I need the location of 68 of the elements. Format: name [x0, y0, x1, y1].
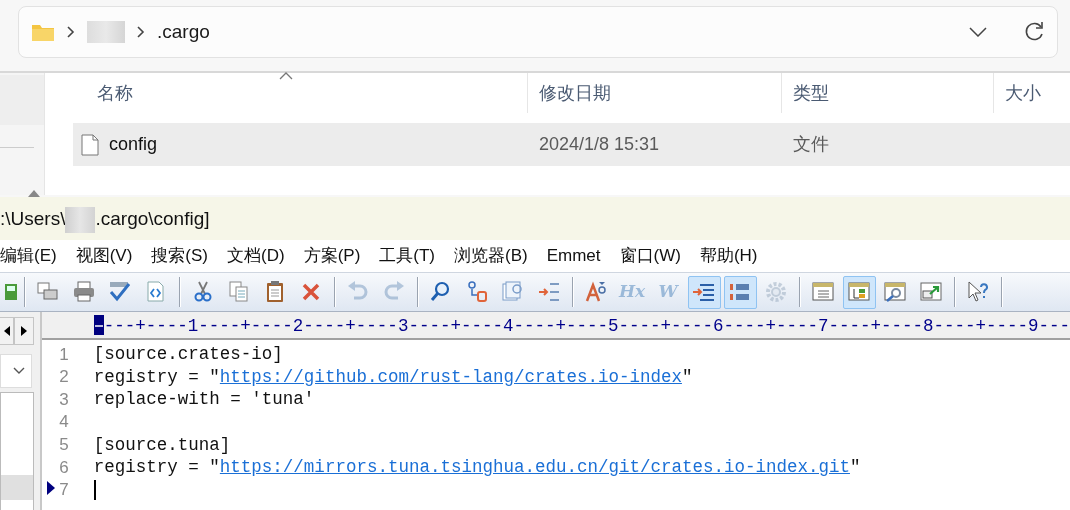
code-line: [source.tuna] [93, 433, 231, 457]
title-text: .cargo\config] [95, 207, 210, 232]
column-header[interactable]: 大小 [994, 73, 1070, 113]
replace-icon [465, 280, 489, 304]
column-header[interactable]: 修改日期 [528, 73, 782, 113]
line-number: 6 [59, 456, 69, 479]
spell-check-icon [108, 280, 132, 304]
breadcrumb-item[interactable]: .cargo [157, 17, 210, 47]
toolbar-button[interactable] [723, 275, 757, 309]
chevron-down-icon [12, 367, 25, 375]
menu-item[interactable]: 方案(P) [303, 243, 361, 269]
window-panels-icon [847, 280, 871, 304]
font-size-icon [584, 280, 608, 304]
menu-item[interactable]: Emmet [546, 243, 601, 269]
copy-icon [227, 280, 251, 304]
menu-item[interactable]: 窗口(W) [619, 243, 681, 269]
line-number: 3 [59, 388, 69, 411]
menu-item[interactable]: 搜索(S) [151, 243, 208, 269]
right-triangle-icon [21, 326, 27, 336]
gear-icon [764, 280, 788, 304]
menu-item[interactable]: 帮助(H) [699, 243, 758, 269]
code-line: registry = "https://github.com/rust-lang/crates.io-index" [93, 365, 693, 389]
title-text: :\Users\ [0, 207, 66, 232]
line-number: 5 [59, 433, 69, 456]
numbered-list-icon [537, 280, 561, 304]
file-row[interactable]: config 2024/1/8 15:31 文件 [73, 123, 1070, 166]
file-date: 2024/1/8 15:31 [538, 133, 661, 156]
redacted-block [87, 21, 125, 43]
menu-item[interactable]: 编辑(E) [0, 243, 57, 269]
scroll-right-button[interactable] [14, 317, 34, 345]
menu-item[interactable]: 浏览器(B) [454, 243, 528, 269]
column-header[interactable]: 类型 [782, 73, 994, 113]
ruler: ---+----1----+----2----+----3----+----4----+----5----+----6----+----7----+----8----+----9--- [103, 315, 1070, 338]
left-triangle-icon [3, 326, 10, 336]
url-link[interactable]: https://mirrors.tuna.tsinghua.edu.cn/git/crates.io-index.git [219, 457, 850, 478]
menu-item[interactable]: 视图(V) [75, 243, 133, 269]
line-number: 7 [59, 479, 69, 502]
toolbar-button[interactable] [842, 275, 876, 309]
menu-item[interactable]: 文档(D) [227, 243, 285, 269]
file-name: config [109, 133, 158, 156]
toolbar-button[interactable] [687, 275, 721, 309]
chevron-right-icon [67, 26, 75, 38]
url-link[interactable]: https://github.com/rust-lang/crates.io-index [219, 366, 682, 387]
line-number: 4 [59, 411, 69, 434]
folder-icon [31, 22, 55, 42]
file-icon [81, 133, 99, 156]
chevron-right-icon [137, 26, 145, 38]
redacted-block [65, 206, 96, 233]
chevron-down-icon[interactable] [969, 27, 987, 37]
list-box[interactable] [0, 392, 34, 510]
column-header[interactable]: 名称 [45, 73, 528, 113]
ruler-cursor-icon [93, 315, 104, 335]
code-line: replace-with = 'tuna' [93, 388, 315, 412]
file-type: 文件 [792, 133, 829, 156]
printer-icon [72, 280, 96, 304]
menu-item[interactable]: 工具(T) [379, 243, 435, 269]
address-bar[interactable]: .cargo [18, 6, 1058, 58]
dropdown[interactable] [0, 354, 32, 388]
scroll-left-button[interactable] [0, 317, 14, 345]
line-number: 2 [59, 366, 69, 389]
window-list-icon [811, 280, 835, 304]
refresh-icon[interactable] [1023, 21, 1045, 43]
line-number: 1 [59, 343, 69, 366]
window-search-icon [883, 280, 907, 304]
find-in-files-icon [501, 280, 525, 304]
code-line: [source.crates-io] [93, 343, 283, 367]
help-pointer-icon [966, 280, 990, 304]
code-line: registry = "https://mirrors.tuna.tsinghua.edu.cn/git/crates.io-index.git" [93, 456, 861, 480]
